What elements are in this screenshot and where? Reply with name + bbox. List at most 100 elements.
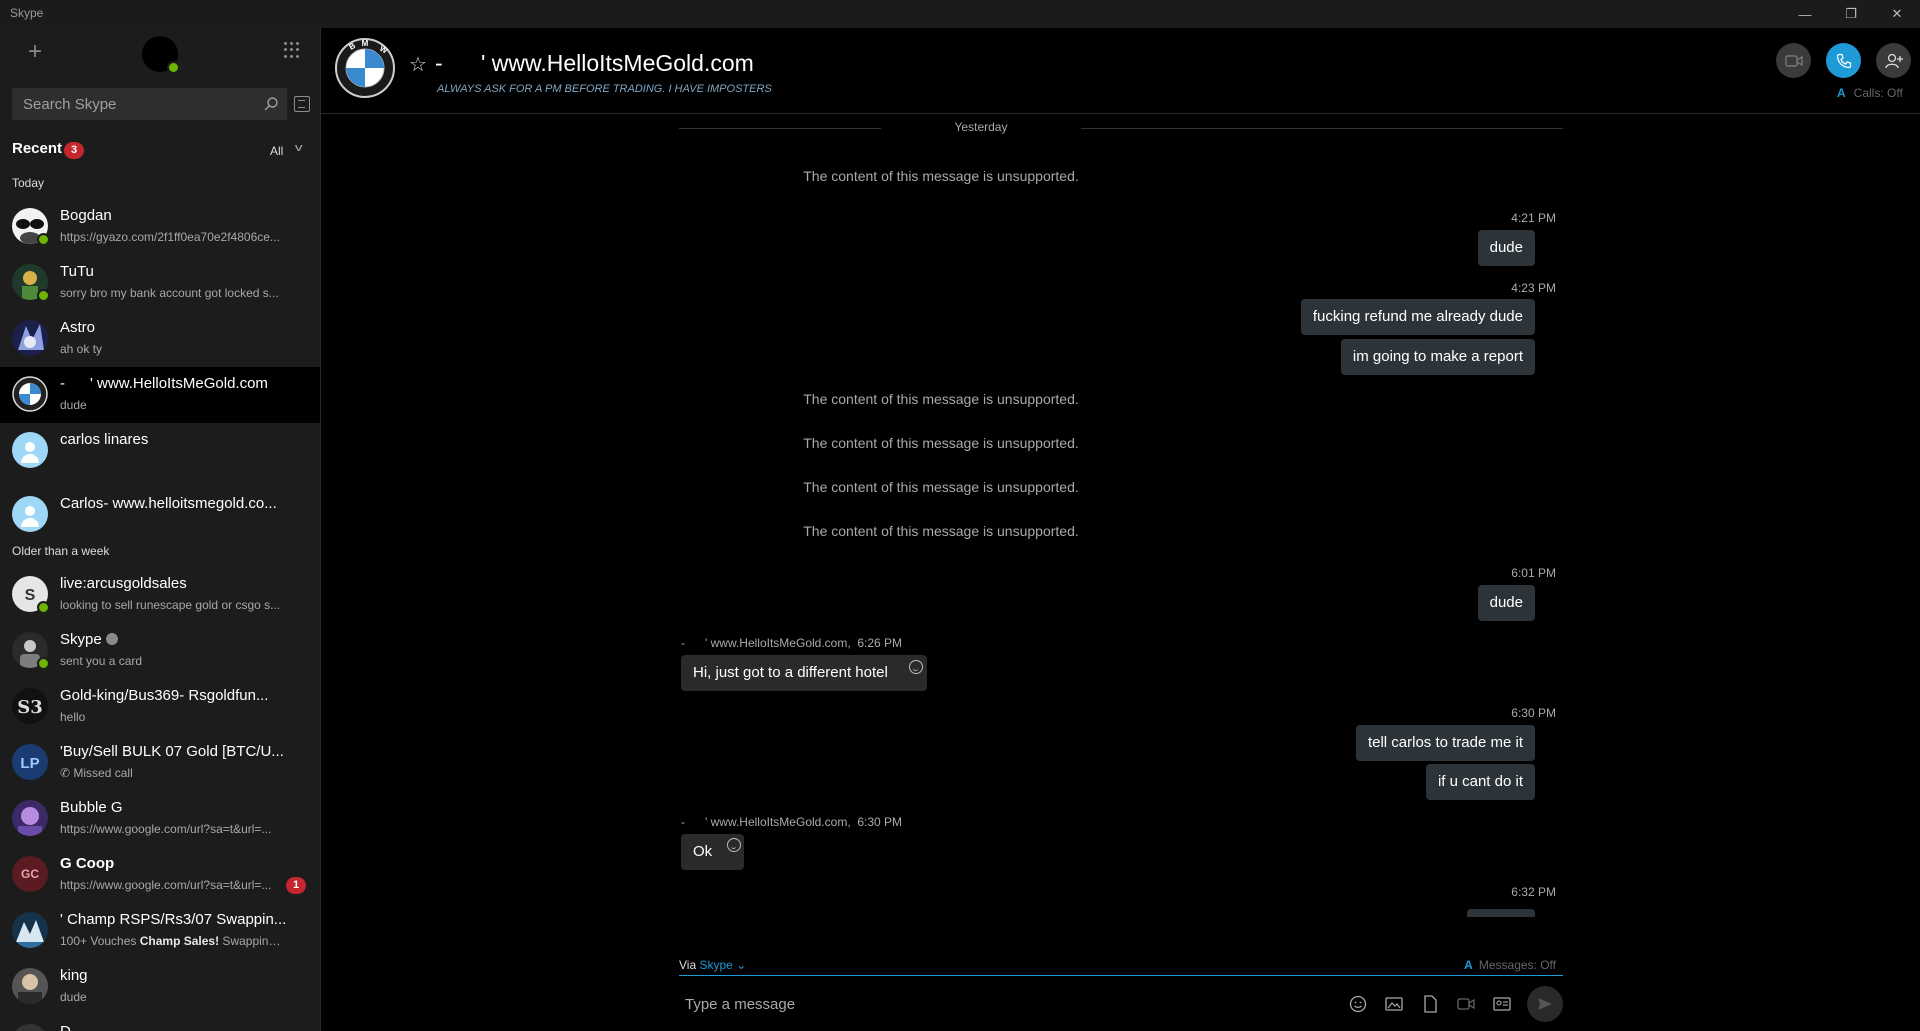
close-button[interactable]: ✕ [1874, 0, 1920, 28]
online-status-icon [37, 601, 50, 614]
conversation-name: carlos linares [60, 431, 149, 448]
messages-translator-toggle[interactable]: A Messages: Off [1464, 958, 1556, 972]
send-button[interactable] [1527, 986, 1563, 1022]
outgoing-message[interactable]: im going to make a report [1340, 339, 1535, 375]
unsupported-message: The content of this message is unsupport… [803, 391, 1079, 407]
missed-call-icon: ✆ [60, 766, 74, 780]
restore-button[interactable]: ❐ [1828, 0, 1874, 28]
search-icon[interactable] [263, 96, 279, 112]
chevron-down-icon[interactable]: v [295, 142, 303, 154]
add-people-button[interactable] [1876, 43, 1911, 78]
conversation-item[interactable]: D... [0, 1015, 320, 1031]
title-bar: Skype — ❐ ✕ [0, 0, 1920, 28]
calls-translator-toggle[interactable]: A Calls: Off [1837, 86, 1903, 100]
outgoing-message[interactable]: dude [1477, 230, 1535, 266]
video-message-icon [1457, 998, 1475, 1010]
emoji-icon [1349, 995, 1367, 1013]
sidebar: + Search Skype Recent 3 All v Today Bogd… [0, 28, 320, 1031]
minimize-button[interactable]: — [1782, 0, 1828, 28]
add-reaction-icon[interactable] [727, 838, 741, 852]
app-title: Skype [10, 6, 44, 20]
recent-unread-badge: 3 [64, 142, 84, 159]
avatar [12, 264, 50, 302]
section-older: Older than a week [12, 544, 110, 558]
dial-pad-button[interactable] [284, 42, 300, 58]
conversation-title[interactable]: - ' www.HelloItsMeGold.com [435, 50, 754, 77]
svg-text:LP: LP [20, 755, 39, 772]
conversation-name: Bogdan [60, 207, 112, 224]
conversation-item[interactable]: Bogdan https://gyazo.com/2f1ff0ea70e2f48… [0, 199, 320, 255]
conversation-item[interactable]: king dude [0, 959, 320, 1015]
message-sender-time: - ' www.HelloItsMeGold.com, 6:30 PM [681, 815, 903, 829]
contacts-icon[interactable] [294, 96, 310, 112]
outgoing-message[interactable]: fucking refund me already dude [1300, 299, 1535, 335]
via-service-selector[interactable]: Via Skype ⌄ [679, 958, 746, 972]
section-today: Today [12, 176, 45, 190]
message-input[interactable]: Type a message [685, 996, 795, 1013]
video-camera-icon [1784, 54, 1803, 67]
send-icon [1538, 998, 1552, 1010]
conversation-preview: https://www.google.com/url?sa=t&url=... [60, 822, 272, 836]
my-profile-avatar[interactable] [142, 36, 180, 74]
conversation-item[interactable]: TuTu sorry bro my bank account got locke… [0, 255, 320, 311]
conversation-name: Astro [60, 319, 96, 336]
online-status-icon [167, 61, 180, 74]
conversation-name: live:arcusgoldsales [60, 575, 187, 592]
conversation-item[interactable]: Astro ah ok ty [0, 311, 320, 367]
favorite-star-icon[interactable]: ☆ [409, 52, 427, 77]
search-box[interactable]: Search Skype [12, 88, 287, 120]
send-contact-button[interactable] [1491, 994, 1513, 1014]
conversation-item[interactable]: S3 Gold-king/Bus369- Rsgoldfun... hello [0, 679, 320, 735]
conversation-item[interactable]: Bubble G https://www.google.com/url?sa=t… [0, 791, 320, 847]
conversation-preview: dude [60, 990, 87, 1004]
conversation-name: - ' www.HelloItsMeGold.com [60, 375, 268, 392]
conversation-item[interactable]: carlos linares [0, 423, 320, 479]
outgoing-message[interactable]: dude [1477, 585, 1535, 621]
translate-icon: A [1464, 958, 1473, 972]
conversation-name: Gold-king/Bus369- Rsgoldfun... [60, 687, 269, 704]
avatar [12, 376, 48, 412]
conversation-item[interactable]: GC G Coop https://www.google.com/url?sa=… [0, 847, 320, 903]
image-icon [1385, 997, 1403, 1011]
online-status-icon [37, 657, 50, 670]
add-reaction-icon[interactable] [909, 660, 923, 674]
outgoing-message-partial[interactable] [1467, 909, 1535, 917]
conversation-preview: sent you a card [60, 654, 143, 668]
conversation-item[interactable]: ' Champ RSPS/Rs3/07 Swappin... 100+ Vouc… [0, 903, 320, 959]
conversation-name: king [60, 967, 88, 984]
unsupported-message: The content of this message is unsupport… [803, 479, 1079, 495]
video-call-button[interactable] [1776, 43, 1811, 78]
conversation-item-active[interactable]: - ' www.HelloItsMeGold.com dude [0, 367, 320, 423]
message-timestamp: 6:32 PM [1511, 885, 1556, 899]
new-chat-button[interactable]: + [28, 40, 42, 64]
avatar-initials: GC [12, 856, 48, 892]
incoming-message[interactable]: Hi, just got to a different hotel [681, 655, 927, 691]
send-image-button[interactable] [1383, 994, 1405, 1014]
svg-text:S3: S3 [17, 697, 43, 718]
audio-call-button[interactable] [1826, 43, 1861, 78]
bmw-logo-avatar[interactable]: B M W [335, 38, 395, 98]
contact-card-icon [1493, 997, 1511, 1011]
composer-divider [679, 975, 1563, 976]
avatar: S [12, 576, 50, 614]
send-file-button[interactable] [1419, 994, 1441, 1014]
add-person-icon [1884, 53, 1903, 68]
video-message-button[interactable] [1455, 994, 1477, 1014]
bmw-logo-avatar [12, 376, 48, 412]
conversation-name: TuTu [60, 263, 94, 280]
conversation-name: Skype [60, 631, 290, 648]
conversation-item[interactable]: Carlos- www.helloitsmegold.co... [0, 479, 320, 535]
conversation-preview: sorry bro my bank account got locked s..… [60, 286, 279, 300]
recent-heading: Recent [12, 140, 63, 157]
conversation-item[interactable]: LP 'Buy/Sell BULK 07 Gold [BTC/U... ✆ Mi… [0, 735, 320, 791]
outgoing-message[interactable]: if u cant do it [1425, 764, 1535, 800]
outgoing-message[interactable]: tell carlos to trade me it [1355, 725, 1535, 761]
search-input[interactable]: Search Skype [23, 96, 116, 113]
avatar: S3 [12, 688, 48, 724]
conversation-item[interactable]: S live:arcusgoldsales looking to sell ru… [0, 567, 320, 623]
emoji-button[interactable] [1347, 994, 1369, 1014]
default-avatar-icon [12, 432, 48, 468]
filter-dropdown[interactable]: All [270, 144, 283, 158]
conversation-preview: looking to sell runescape gold or csgo s… [60, 598, 281, 612]
conversation-item[interactable]: Skype sent you a card [0, 623, 320, 679]
